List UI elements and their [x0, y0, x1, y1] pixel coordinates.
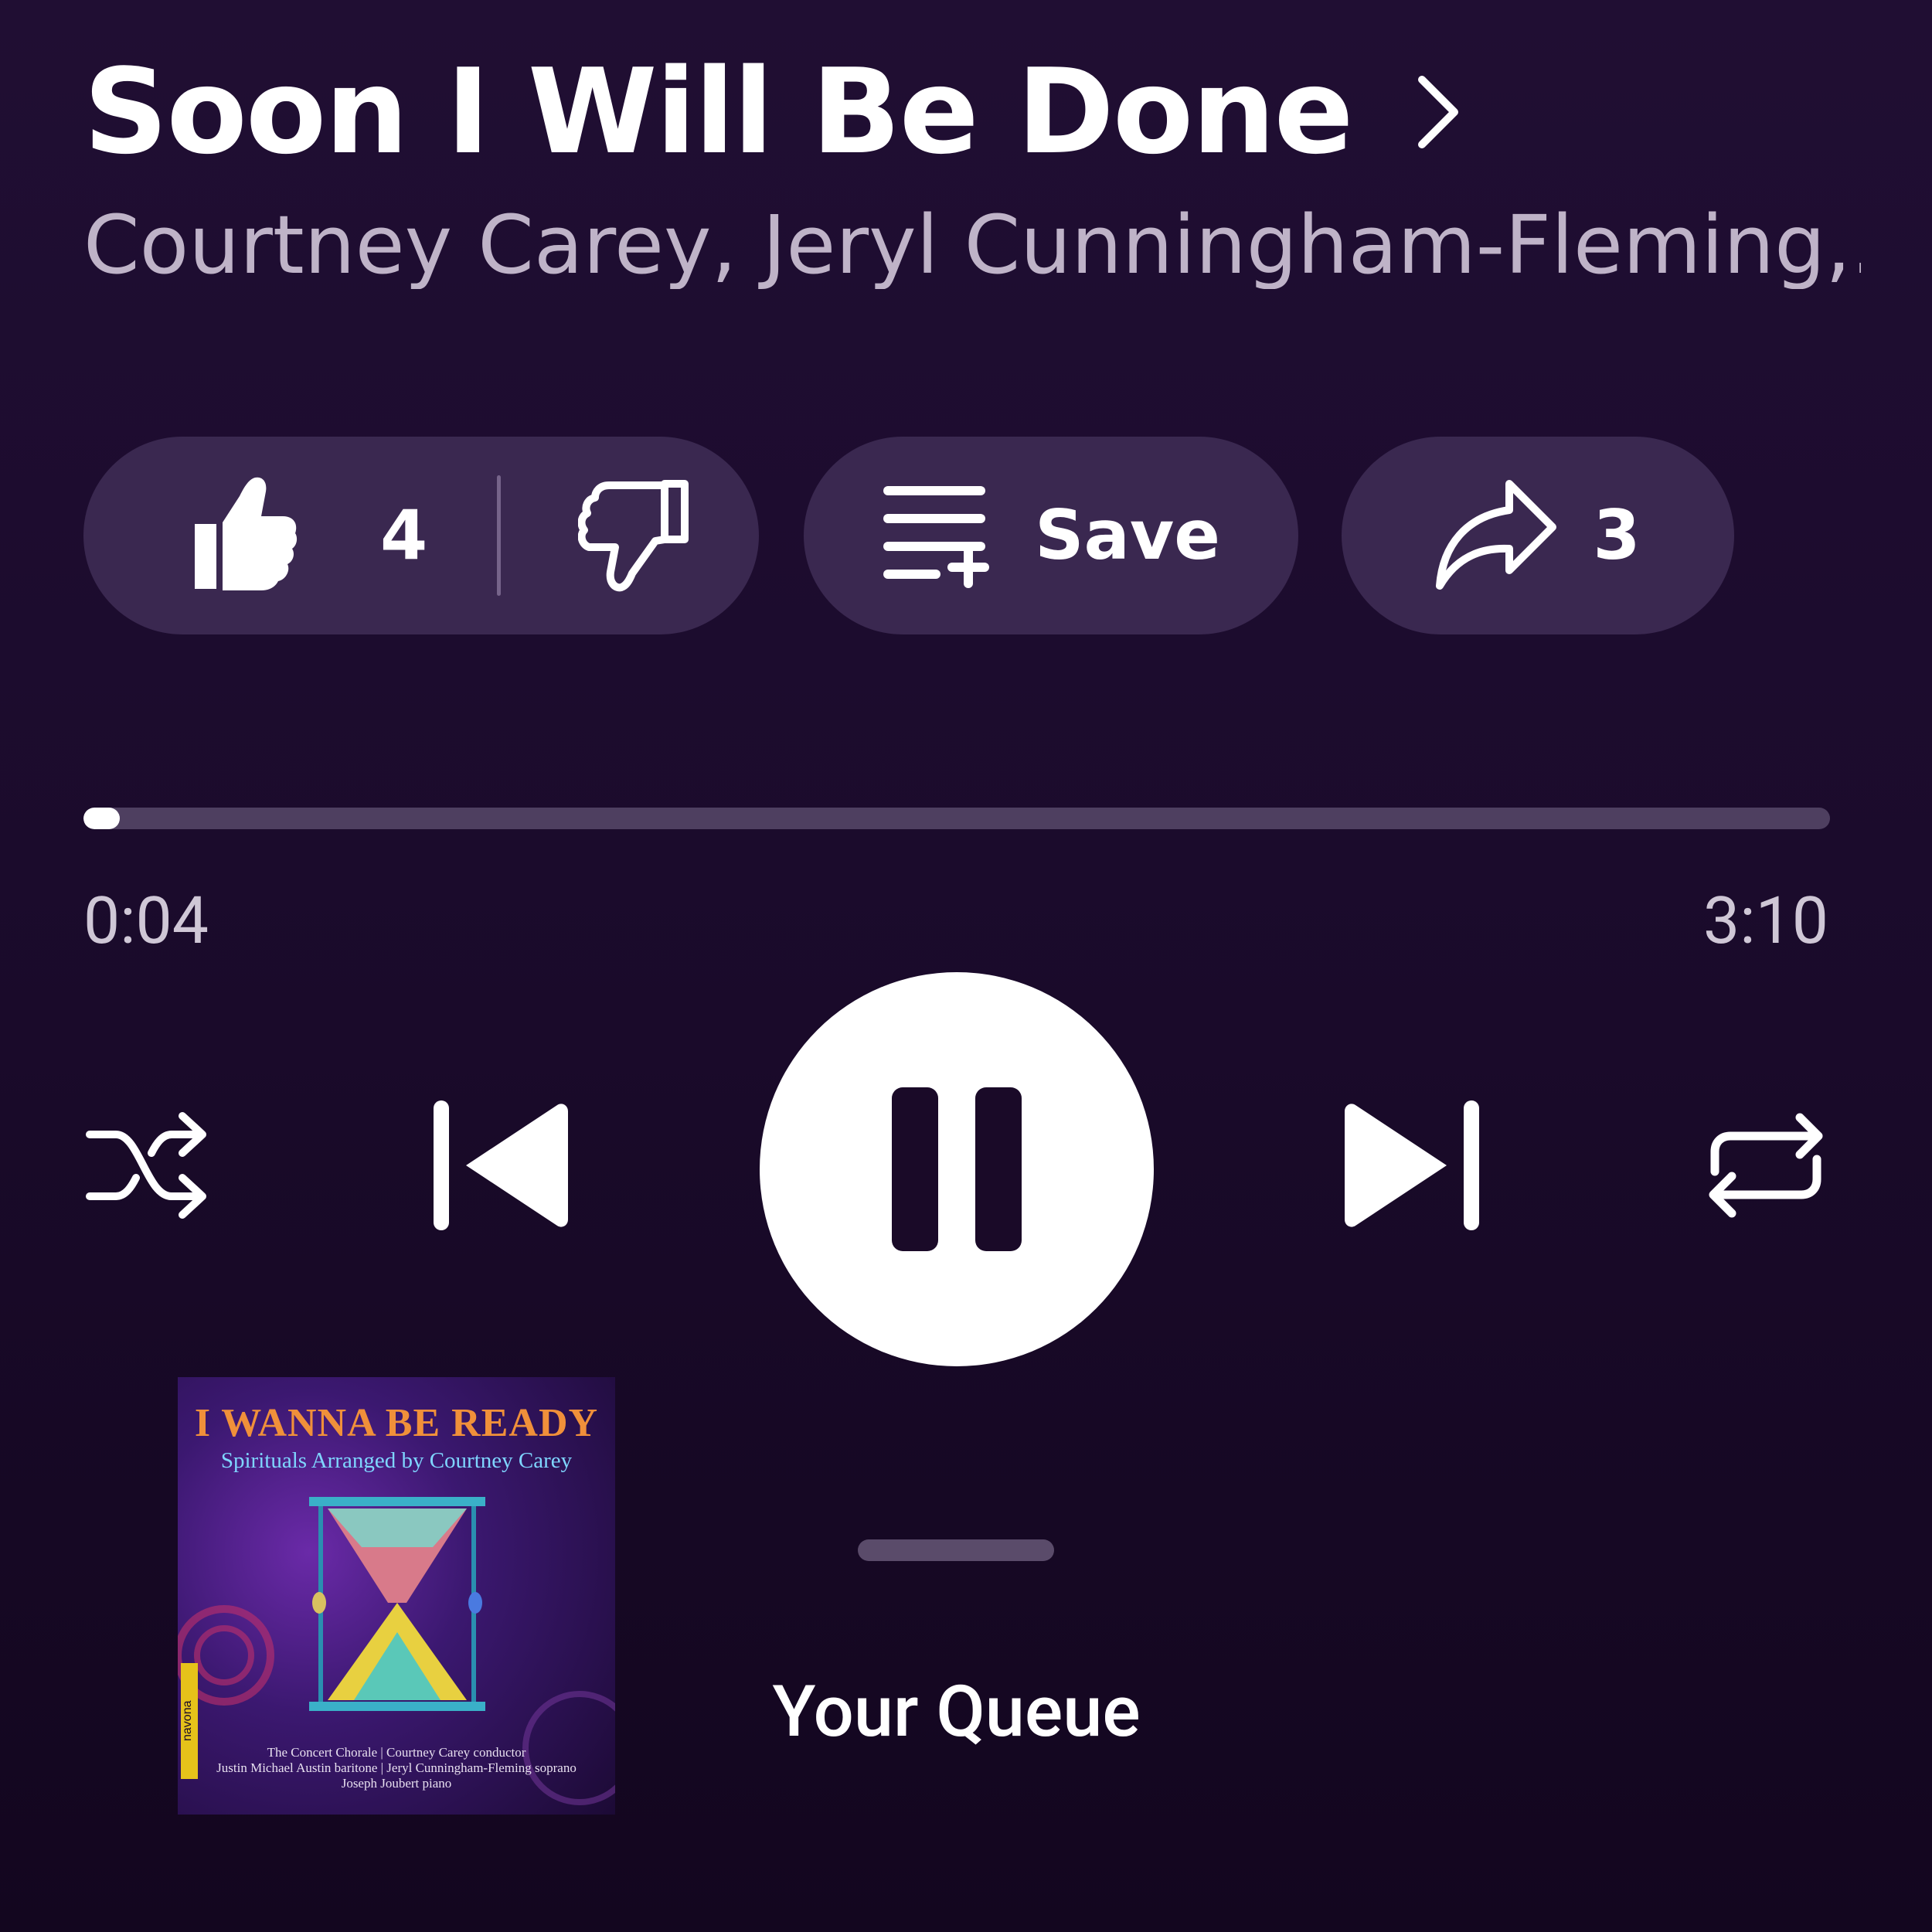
next-button[interactable]	[1325, 1094, 1503, 1240]
save-button[interactable]: Save	[804, 437, 1298, 634]
pause-icon	[873, 1087, 1040, 1251]
progress-bar[interactable]	[83, 808, 1830, 829]
album-art[interactable]: I WANNA BE READY Spirituals Arranged by …	[178, 1377, 615, 1815]
divider	[497, 475, 502, 596]
like-dislike-pill: 4	[83, 437, 759, 634]
chevron-right-icon[interactable]	[1414, 73, 1461, 151]
total-time: 3:10	[1703, 883, 1828, 959]
song-title[interactable]: Soon I Will Be Done	[83, 53, 1354, 171]
shuffle-icon	[85, 1104, 209, 1230]
repeat-button[interactable]	[1696, 1097, 1835, 1236]
shuffle-button[interactable]	[77, 1097, 216, 1236]
share-count: 3	[1593, 495, 1641, 575]
drag-handle[interactable]	[858, 1539, 1054, 1561]
album-title: I WANNA BE READY	[194, 1401, 599, 1445]
album-credit: Joseph Joubert piano	[341, 1776, 452, 1791]
skip-previous-icon	[421, 1096, 576, 1238]
save-label: Save	[1035, 495, 1220, 575]
thumbs-up-icon[interactable]	[192, 476, 300, 595]
thumbs-down-icon[interactable]	[577, 476, 689, 595]
album-subtitle: Spirituals Arranged by Courtney Carey	[220, 1448, 573, 1473]
repeat-icon	[1704, 1104, 1828, 1230]
like-count: 4	[380, 495, 428, 575]
album-credit: The Concert Chorale | Courtney Carey con…	[267, 1745, 526, 1760]
playlist-add-icon	[882, 480, 998, 591]
elapsed-time: 0:04	[83, 883, 209, 959]
title-row[interactable]: Soon I Will Be Done	[83, 43, 1461, 182]
artist-names[interactable]: Courtney Carey, Jeryl Cunningham-Fleming…	[83, 201, 1861, 289]
share-icon	[1435, 476, 1559, 595]
play-pause-button[interactable]	[760, 972, 1154, 1366]
skip-next-icon	[1337, 1096, 1492, 1238]
share-button[interactable]: 3	[1342, 437, 1734, 634]
previous-button[interactable]	[410, 1094, 587, 1240]
album-credit: Justin Michael Austin baritone | Jeryl C…	[216, 1760, 577, 1775]
progress-fill	[83, 808, 121, 829]
queue-tab[interactable]: Your Queue	[696, 1677, 1217, 1748]
